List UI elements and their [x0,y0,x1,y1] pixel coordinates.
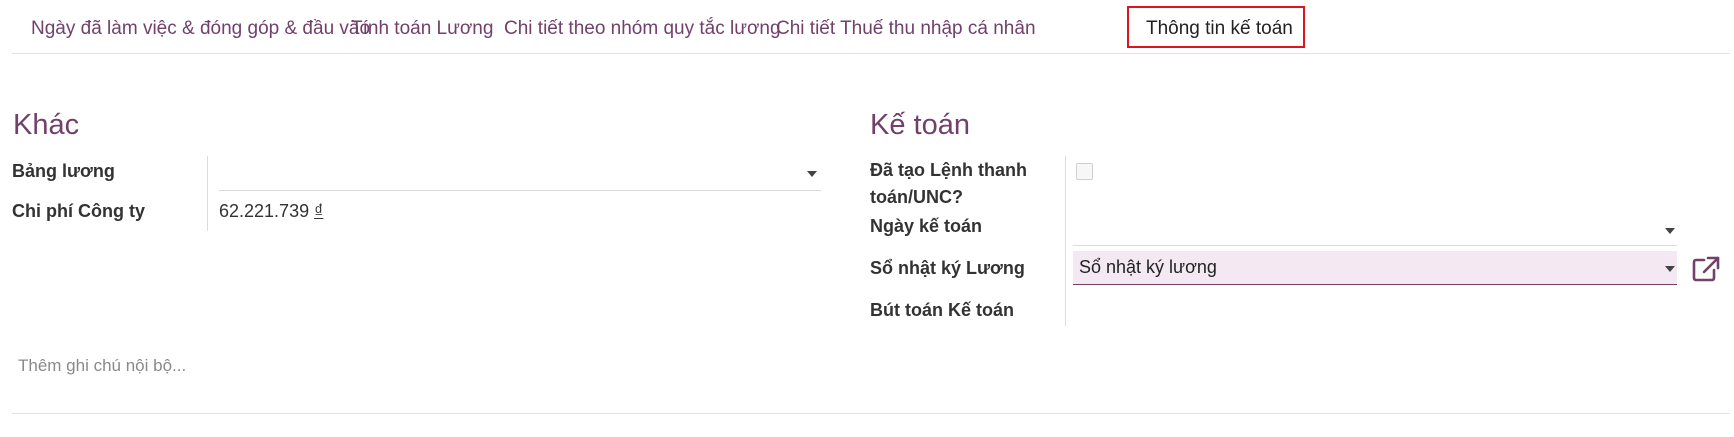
accounting-date-input[interactable] [1073,210,1677,246]
section-title-accounting: Kế toán [870,109,970,141]
journal-value: Sổ nhật ký lương [1079,257,1217,277]
payroll-label: Bảng lương [12,161,115,181]
caret-down-icon [1665,228,1675,234]
company-cost-amount: 62.221.739 [219,201,310,221]
section-title-other: Khác [13,109,80,141]
field-separator [1065,156,1066,326]
external-link-icon[interactable] [1692,256,1720,282]
currency-symbol: ₫ [314,201,324,221]
accounting-date-label: Ngày kế toán [870,216,983,236]
field-separator [207,156,208,231]
internal-note-field[interactable]: Thêm ghi chú nội bộ... [18,356,186,376]
payment-order-label: Đã tạo Lệnh thanh toán/UNC? [870,160,1027,207]
caret-down-icon [807,171,817,177]
tab-accounting-info[interactable]: Thông tin kế toán [1127,0,1312,52]
payroll-select[interactable] [219,154,821,191]
divider [12,413,1730,414]
notebook-tabs: Ngày đã làm việc & đóng góp & đầu vào Tí… [12,0,1730,54]
payment-order-checkbox[interactable] [1076,163,1093,180]
tab-rule-category-details[interactable]: Chi tiết theo nhóm quy tắc lương [485,0,800,52]
caret-down-icon [1665,266,1675,272]
company-cost-value: 62.221.739 ₫ [219,201,323,222]
journal-select[interactable]: Sổ nhật ký lương [1073,251,1677,285]
journal-entry-label: Bút toán Kế toán [870,300,1014,320]
journal-label: Sổ nhật ký Lương [870,258,1025,278]
company-cost-label: Chi phí Công ty [12,201,145,221]
tab-personal-income-tax-details[interactable]: Chi tiết Thuế thu nhập cá nhân [757,0,1055,52]
